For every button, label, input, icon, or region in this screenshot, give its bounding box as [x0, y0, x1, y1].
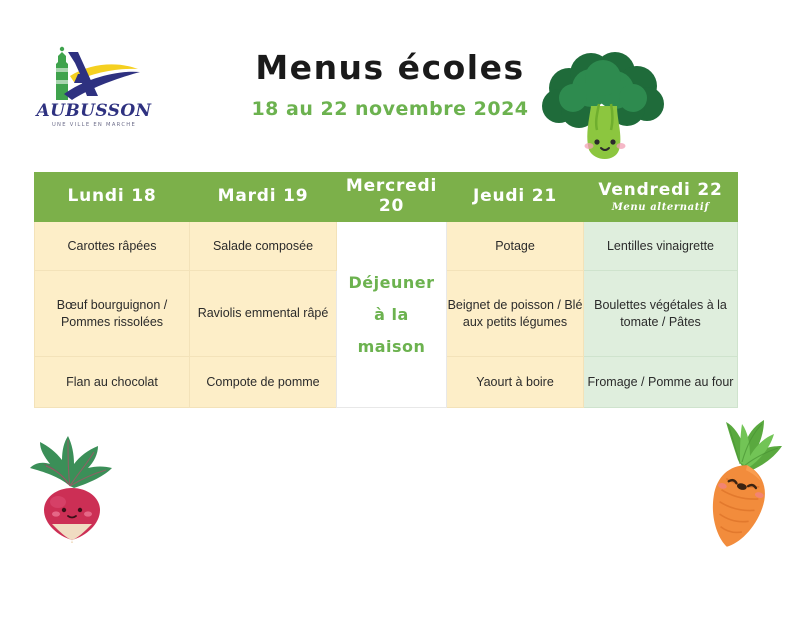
- menu-cell-vendredi-dessert: Fromage / Pomme au four: [583, 356, 738, 408]
- menu-cell-vendredi-plat: Boulettes végétales à la tomate / Pâtes: [583, 270, 738, 357]
- menu-cell-lundi-plat: Bœuf bourguignon / Pommes rissolées: [34, 270, 190, 357]
- day-label: Mercredi 20: [345, 176, 438, 216]
- day-note: Menu alternatif: [611, 202, 710, 214]
- day-label: Lundi 18: [67, 186, 157, 207]
- date-range: 18 au 22 novembre 2024: [251, 98, 529, 121]
- logo-tagline: UNE VILLE EN MARCHE: [52, 122, 136, 128]
- menu-cell-vendredi-entree: Lentilles vinaigrette: [583, 221, 738, 271]
- aubusson-city-logo: AUBUSSON UNE VILLE EN MARCHE: [34, 38, 154, 130]
- column-header-jeudi: Jeudi 21: [446, 172, 584, 222]
- logo-wordmark: AUBUSSON: [35, 101, 153, 121]
- page-header: AUBUSSON UNE VILLE EN MARCHE Menus école…: [0, 0, 800, 165]
- menu-cell-mercredi-home: Déjeuner à la maison: [336, 221, 447, 408]
- page-title: Menus écoles: [255, 48, 525, 87]
- weekly-menu-table: Lundi 18 Mardi 19 Mercredi 20 Jeudi 21 V…: [34, 172, 738, 408]
- home-lunch-line-1: Déjeuner: [348, 272, 435, 292]
- column-header-lundi: Lundi 18: [34, 172, 190, 222]
- menu-cell-jeudi-entree: Potage: [446, 221, 584, 271]
- title-block: Menus écoles 18 au 22 novembre 2024: [240, 48, 540, 121]
- menu-cell-mardi-plat: Raviolis emmental râpé: [189, 270, 337, 357]
- day-label: Jeudi 21: [473, 186, 557, 207]
- column-header-vendredi: Vendredi 22 Menu alternatif: [583, 172, 738, 222]
- home-lunch-line-3: maison: [357, 336, 426, 356]
- table-row-entree: Carottes râpées Salade composée Déjeuner…: [34, 221, 738, 408]
- menu-cell-mardi-dessert: Compote de pomme: [189, 356, 337, 408]
- column-header-mercredi: Mercredi 20: [336, 172, 447, 222]
- day-label: Vendredi 22: [598, 179, 723, 200]
- broccoli-icon: [533, 44, 673, 166]
- logo-tower-mark: [56, 46, 68, 100]
- menu-cell-jeudi-plat: Beignet de poisson / Blé aux petits légu…: [446, 270, 584, 357]
- menu-cell-lundi-entree: Carottes râpées: [34, 221, 190, 271]
- table-header-row: Lundi 18 Mardi 19 Mercredi 20 Jeudi 21 V…: [34, 172, 738, 222]
- carrot-icon: [682, 418, 787, 553]
- day-label: Mardi 19: [217, 186, 309, 207]
- menu-cell-jeudi-dessert: Yaourt à boire: [446, 356, 584, 408]
- menu-cell-lundi-dessert: Flan au chocolat: [34, 356, 190, 408]
- column-header-mardi: Mardi 19: [189, 172, 337, 222]
- menu-cell-mardi-entree: Salade composée: [189, 221, 337, 271]
- radish-icon: [18, 428, 128, 546]
- home-lunch-line-2: à la: [374, 304, 409, 324]
